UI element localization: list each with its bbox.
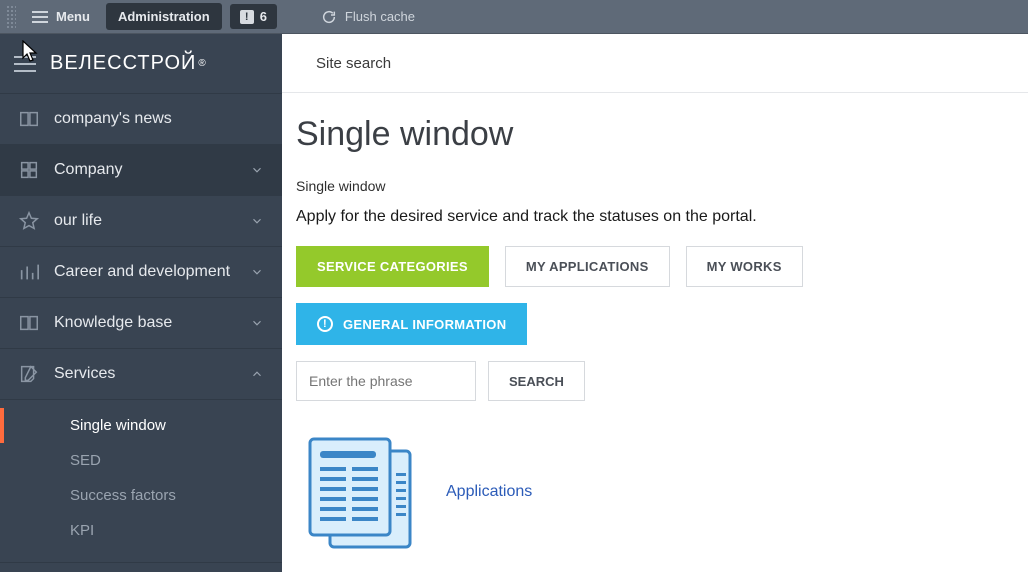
logo-text: ВЕЛЕССТРОЙ (50, 52, 196, 75)
refresh-icon (321, 9, 337, 25)
services-submenu: Single window SED Success factors KPI (0, 400, 282, 563)
chevron-down-icon (250, 265, 264, 279)
sidebar-item-label: Services (54, 364, 236, 384)
admin-menu-button[interactable]: Menu (24, 5, 98, 28)
tab-service-categories[interactable]: SERVICE CATEGORIES (296, 246, 489, 287)
chevron-down-icon (250, 163, 264, 177)
flush-cache-button[interactable]: Flush cache (313, 5, 423, 29)
hamburger-icon (32, 11, 48, 23)
subnav-kpi[interactable]: KPI (0, 513, 282, 548)
sidebar-item-services[interactable]: Services (0, 349, 282, 400)
admin-menu-label: Menu (56, 9, 90, 24)
applications-icon (296, 427, 426, 557)
notification-icon: ! (240, 10, 254, 24)
sidebar-item-companynews[interactable]: company's news (0, 94, 282, 145)
info-icon: ! (317, 316, 333, 332)
flush-cache-label: Flush cache (345, 9, 415, 24)
notifications-button[interactable]: ! 6 (230, 4, 277, 29)
content: Single window Single window Apply for th… (282, 93, 1028, 572)
chevron-down-icon (250, 316, 264, 330)
sidebar-item-career[interactable]: Career and development (0, 247, 282, 298)
sidebar-nav: company's news Company our life Career a… (0, 94, 282, 572)
sidebar-toggle-icon[interactable] (14, 56, 36, 72)
edit-icon (18, 363, 40, 385)
administration-button[interactable]: Administration (106, 3, 222, 30)
main-area: Site search Single window Single window … (282, 34, 1028, 572)
admin-bar: Menu Administration ! 6 Flush cache (0, 0, 1028, 34)
search-form: SEARCH (296, 361, 1010, 401)
site-search-label: Site search (316, 55, 391, 72)
sidebar-item-label: Company (54, 160, 236, 180)
search-input[interactable] (296, 361, 476, 401)
book-icon (18, 108, 40, 130)
tabs: SERVICE CATEGORIES MY APPLICATIONS MY WO… (296, 246, 1010, 345)
star-icon (18, 210, 40, 232)
chevron-up-icon (250, 367, 264, 381)
page-description: Apply for the desired service and track … (296, 208, 1010, 226)
sidebar-item-label: our life (54, 211, 236, 231)
tab-my-works[interactable]: MY WORKS (686, 246, 803, 287)
breadcrumb: Single window (296, 178, 1010, 194)
search-button[interactable]: SEARCH (488, 361, 585, 401)
tab-general-information-label: GENERAL INFORMATION (343, 317, 506, 332)
book2-icon (18, 312, 40, 334)
sidebar-item-knowledge[interactable]: Knowledge base (0, 298, 282, 349)
drag-handle[interactable] (6, 5, 16, 29)
sidebar-item-label: Knowledge base (54, 313, 236, 333)
applications-block: Applications (296, 427, 1010, 557)
applications-link[interactable]: Applications (446, 483, 532, 501)
site-search-row[interactable]: Site search (282, 34, 1028, 93)
sidebar-item-company[interactable]: Company (0, 145, 282, 196)
subnav-sed[interactable]: SED (0, 443, 282, 478)
sidebar-item-label: company's news (54, 109, 264, 129)
chevron-down-icon (250, 214, 264, 228)
sidebar-item-ourlife[interactable]: our life (0, 196, 282, 247)
grid-icon (18, 159, 40, 181)
subnav-success-factors[interactable]: Success factors (0, 478, 282, 513)
sidebar-item-label: Career and development (54, 262, 236, 282)
sidebar-header: ВЕЛЕССТРОЙ® (0, 34, 282, 94)
subnav-single-window[interactable]: Single window (0, 408, 282, 443)
sidebar: ВЕЛЕССТРОЙ® company's news Company our l… (0, 34, 282, 572)
logo: ВЕЛЕССТРОЙ® (50, 52, 207, 75)
tab-general-information[interactable]: ! GENERAL INFORMATION (296, 303, 527, 345)
page-title: Single window (296, 115, 1010, 154)
notification-count: 6 (260, 9, 267, 24)
chart-icon (18, 261, 40, 283)
tab-my-applications[interactable]: MY APPLICATIONS (505, 246, 670, 287)
